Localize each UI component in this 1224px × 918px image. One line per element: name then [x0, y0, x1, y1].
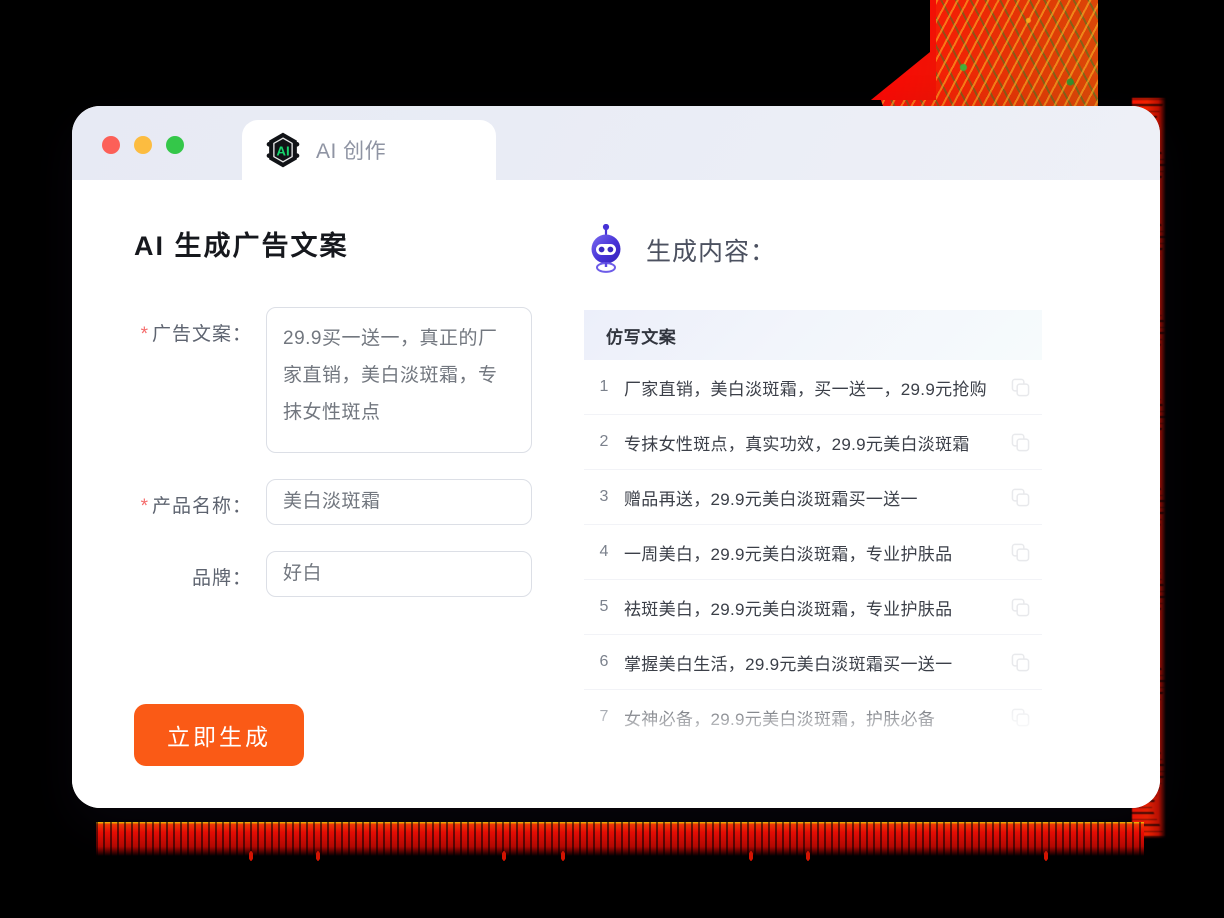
row-text: 厂家直销，美白淡斑霜，买一送一，29.9元抢购	[624, 379, 987, 399]
required-asterisk: *	[140, 324, 149, 345]
results-table: 仿写文案 1 厂家直销，美白淡斑霜，买一送一，29.9元抢购 2 专抹女性斑点，…	[584, 310, 1042, 745]
form-row-product-name: * 产品名称： 美白淡斑霜	[134, 479, 584, 525]
table-row[interactable]: 6 掌握美白生活，29.9元美白淡斑霜买一送一	[584, 635, 1042, 690]
table-row[interactable]: 5 祛斑美白，29.9元美白淡斑霜，专业护肤品	[584, 580, 1042, 635]
row-index: 6	[599, 653, 609, 670]
table-row[interactable]: 2 专抹女性斑点，真实功效，29.9元美白淡斑霜	[584, 415, 1042, 470]
field-label-product-name: * 产品名称：	[134, 479, 266, 518]
svg-text:AI: AI	[276, 144, 289, 159]
field-label-brand: 品牌：	[191, 568, 252, 589]
copy-icon[interactable]	[1011, 488, 1030, 507]
row-index: 5	[599, 598, 609, 615]
ai-hexagon-icon: AI	[264, 131, 302, 169]
brand-input[interactable]: 好白	[266, 551, 532, 597]
results-title: 生成内容：	[646, 238, 777, 266]
copy-icon[interactable]	[1011, 708, 1030, 727]
decorative-bottom-dots	[96, 850, 1144, 866]
table-row[interactable]: 7 女神必备，29.9元美白淡斑霜，护肤必备	[584, 690, 1042, 745]
copy-icon[interactable]	[1011, 433, 1030, 452]
form-row-brand: 品牌： 好白	[134, 551, 584, 597]
copy-icon[interactable]	[1011, 598, 1030, 617]
window-titlebar: AI AI 创作	[72, 106, 1160, 180]
robot-icon	[584, 224, 628, 276]
minimize-window-button[interactable]	[134, 136, 152, 154]
table-row[interactable]: 4 一周美白，29.9元美白淡斑霜，专业护肤品	[584, 525, 1042, 580]
app-window: AI AI 创作 AI 生成广告文案 * 广告文案： 29.9买一送一，真正的厂家…	[72, 106, 1160, 808]
table-header-row: 仿写文案	[584, 310, 1042, 360]
row-index: 4	[599, 543, 609, 560]
tab-label: AI 创作	[316, 140, 387, 163]
results-panel: 生成内容： 仿写文案 1 厂家直销，美白淡斑霜，买一送一，29.9元抢购 2 专…	[584, 202, 1160, 808]
window-body: AI 生成广告文案 * 广告文案： 29.9买一送一，真正的厂家直销，美白淡斑霜，…	[72, 180, 1160, 808]
field-label-ad-copy: * 广告文案：	[134, 307, 266, 346]
copy-icon[interactable]	[1011, 378, 1030, 397]
row-text: 专抹女性斑点，真实功效，29.9元美白淡斑霜	[624, 434, 970, 454]
field-label-text: 产品名称：	[151, 496, 252, 517]
row-text: 女神必备，29.9元美白淡斑霜，护肤必备	[624, 709, 936, 729]
field-label-text: 广告文案：	[151, 324, 252, 345]
tab-ai-creation[interactable]: AI AI 创作	[242, 120, 496, 180]
page-title: AI 生成广告文案	[134, 231, 349, 261]
row-text: 祛斑美白，29.9元美白淡斑霜，专业护肤品	[624, 599, 953, 619]
required-asterisk: *	[140, 496, 149, 517]
row-index: 2	[599, 433, 609, 450]
row-index: 1	[599, 378, 609, 395]
close-window-button[interactable]	[102, 136, 120, 154]
product-name-input[interactable]: 美白淡斑霜	[266, 479, 532, 525]
row-text: 一周美白，29.9元美白淡斑霜，专业护肤品	[624, 544, 953, 564]
row-text: 赠品再送，29.9元美白淡斑霜买一送一	[624, 489, 918, 509]
row-index: 3	[599, 488, 609, 505]
copy-icon[interactable]	[1011, 653, 1030, 672]
results-header: 生成内容：	[584, 224, 1102, 276]
traffic-light-controls	[102, 136, 184, 154]
ad-copy-textarea[interactable]: 29.9买一送一，真正的厂家直销，美白淡斑霜，专抹女性斑点	[266, 307, 532, 453]
row-text: 掌握美白生活，29.9元美白淡斑霜买一送一	[624, 654, 953, 674]
maximize-window-button[interactable]	[166, 136, 184, 154]
form-row-ad-copy: * 广告文案： 29.9买一送一，真正的厂家直销，美白淡斑霜，专抹女性斑点	[134, 307, 584, 453]
table-column-header: 仿写文案	[606, 327, 677, 347]
form-panel: AI 生成广告文案 * 广告文案： 29.9买一送一，真正的厂家直销，美白淡斑霜，…	[72, 202, 584, 808]
table-row[interactable]: 1 厂家直销，美白淡斑霜，买一送一，29.9元抢购	[584, 360, 1042, 415]
generate-button[interactable]: 立即生成	[134, 704, 304, 766]
copy-icon[interactable]	[1011, 543, 1030, 562]
table-row[interactable]: 3 赠品再送，29.9元美白淡斑霜买一送一	[584, 470, 1042, 525]
row-index: 7	[599, 708, 609, 725]
